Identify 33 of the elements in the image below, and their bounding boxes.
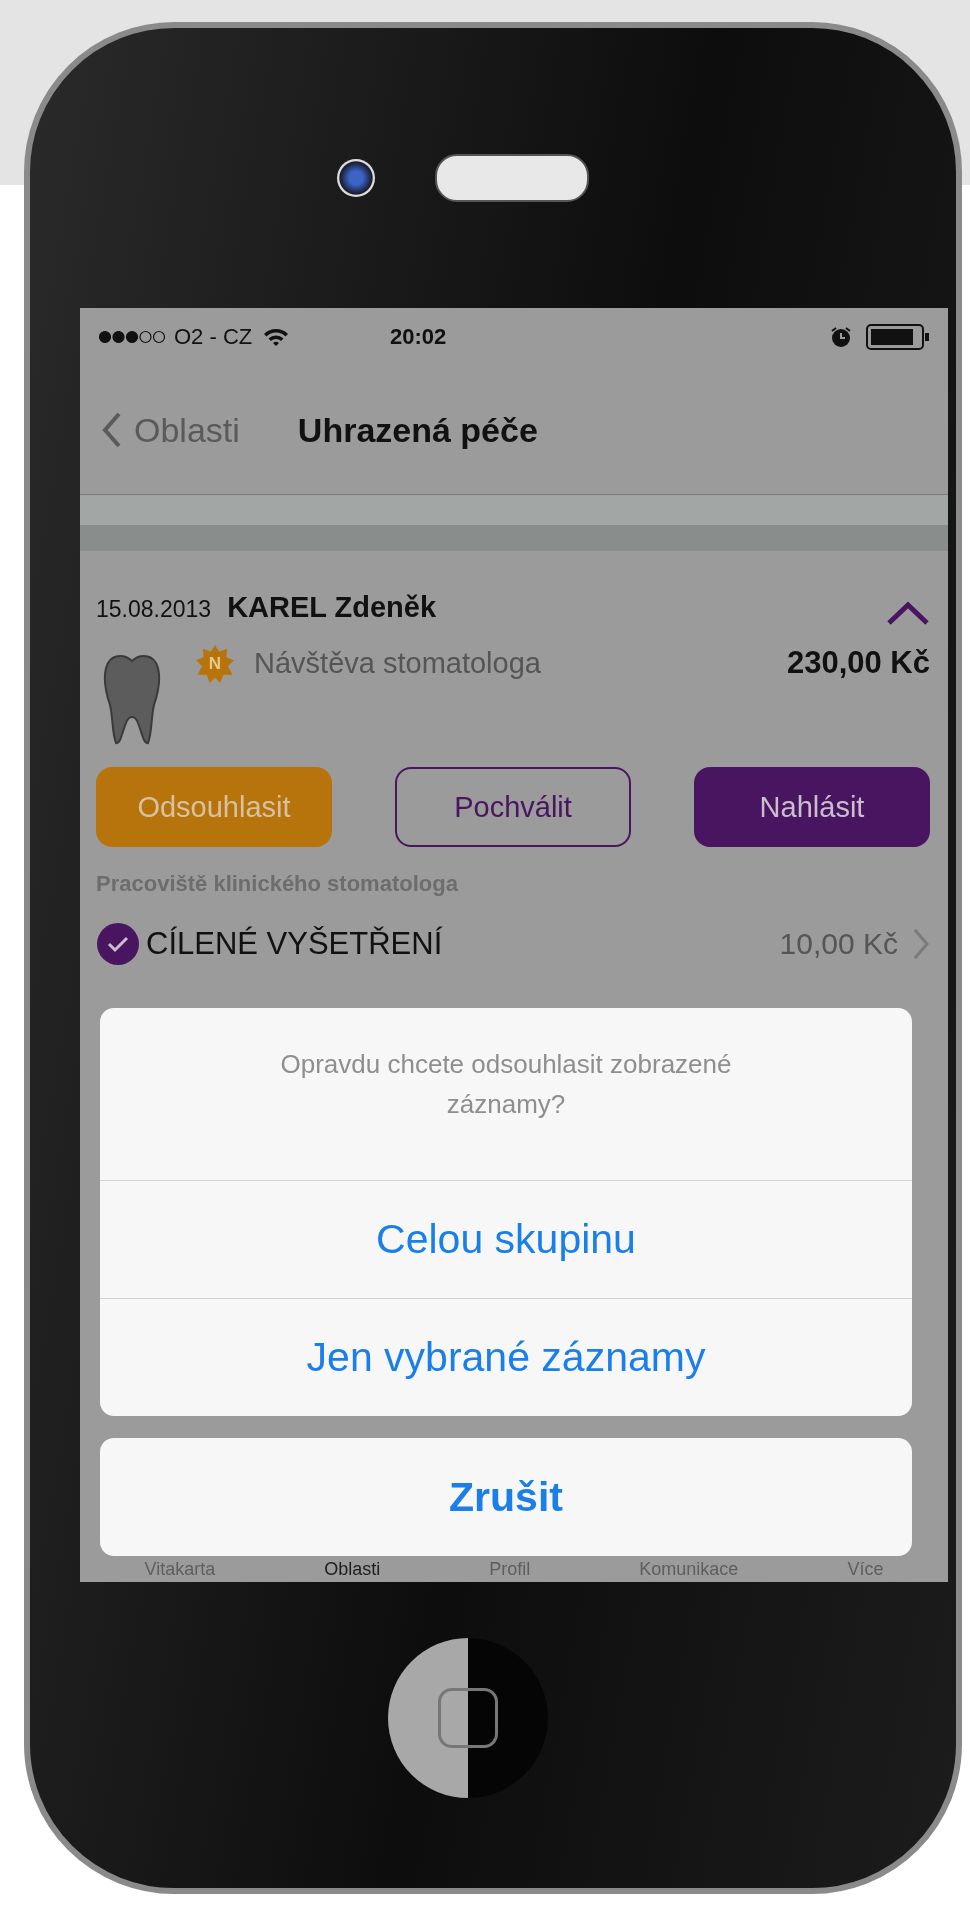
signal-strength-icon <box>98 330 166 344</box>
confirmation-message: Opravdu chcete odsouhlasit zobrazené záznamy? <box>279 1048 733 1121</box>
approve-button[interactable]: Odsouhlasit <box>96 767 332 847</box>
cancel-button[interactable]: Zrušit <box>100 1438 912 1556</box>
screen-title: Uhrazená péče <box>297 410 538 450</box>
tooth-icon <box>102 653 162 745</box>
chevron-left-icon <box>102 412 122 448</box>
doctor-name: KAREL Zdeněk <box>227 591 437 624</box>
procedure-name: CÍLENÉ VYŠETŘENÍ <box>146 926 443 962</box>
tab-item[interactable]: Profil <box>489 1558 531 1580</box>
action-option[interactable]: Celou skupinu <box>100 1180 912 1298</box>
action-option[interactable]: Jen vybrané záznamy <box>100 1298 912 1416</box>
tab-item[interactable]: Komunikace <box>639 1558 739 1580</box>
camera-lens-icon <box>337 159 375 197</box>
tab-item[interactable]: Vitakarta <box>144 1558 216 1580</box>
chevron-up-icon[interactable] <box>886 600 930 626</box>
battery-icon <box>866 324 930 350</box>
carrier-name: O2 - CZ <box>174 324 253 350</box>
speaker-grille-icon <box>435 154 589 202</box>
visit-amount: 230,00 Kč <box>786 645 930 681</box>
tab-item[interactable]: Oblasti <box>324 1558 381 1580</box>
visit-type: Návštěva stomatologa <box>254 647 541 680</box>
new-badge: N <box>196 645 234 683</box>
clock-time: 20:02 <box>390 324 447 350</box>
wifi-icon <box>262 326 291 348</box>
checkbox[interactable] <box>96 922 140 966</box>
back-button[interactable]: Oblasti <box>102 410 240 450</box>
tab-item[interactable]: Více <box>847 1558 884 1580</box>
visit-date: 15.08.2013 <box>96 596 212 623</box>
report-button[interactable]: Nahlásit <box>694 767 930 847</box>
praise-button[interactable]: Pochválit <box>395 767 631 847</box>
alarm-clock-icon <box>830 326 852 348</box>
procedure-amount: 10,00 Kč <box>779 927 898 961</box>
